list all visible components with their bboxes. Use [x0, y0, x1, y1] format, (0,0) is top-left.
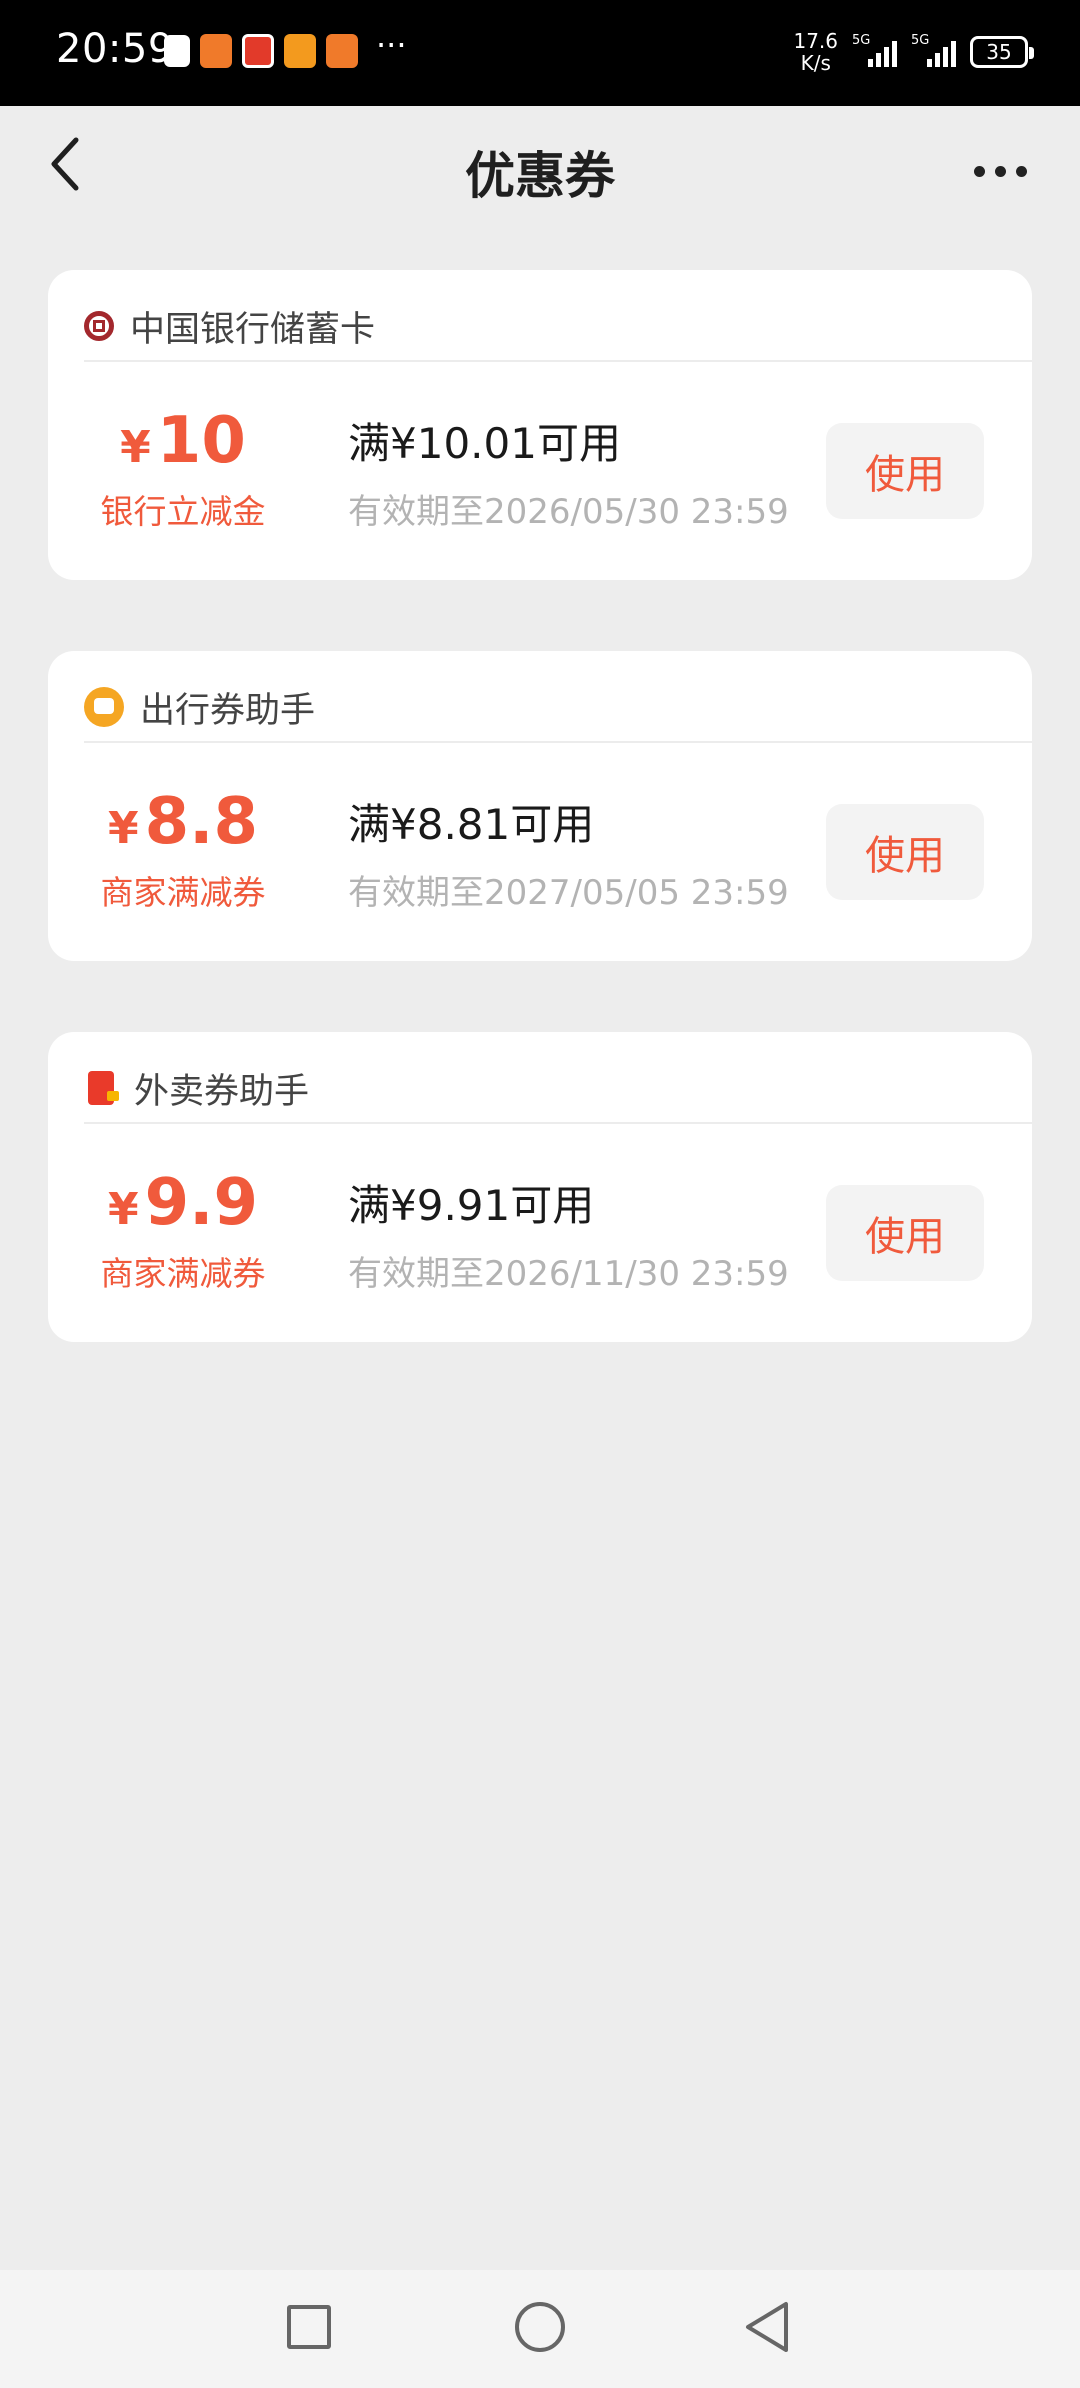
dot-icon: [973, 165, 985, 177]
recent-apps-button[interactable]: [287, 2305, 331, 2349]
food-delivery-icon: [88, 1071, 119, 1105]
coupon-type: 银行立减金: [100, 492, 266, 531]
divider: [84, 360, 1032, 362]
coupon-amount: ¥9.9 商家满减券: [68, 1168, 298, 1295]
app-notification-icon: [326, 34, 358, 68]
system-back-button[interactable]: [742, 2300, 792, 2354]
triangle-back-icon: [746, 2302, 788, 2352]
coupon-type: 商家满减券: [100, 873, 266, 912]
coupon-shop[interactable]: 中国银行储蓄卡: [84, 296, 375, 356]
qq-notification-icon: [164, 35, 190, 67]
app-notification-icon: [200, 34, 232, 68]
more-notifications-icon: ···: [376, 26, 407, 64]
divider: [84, 741, 1032, 743]
page-header: 优惠券: [0, 106, 1080, 236]
dot-icon: [1015, 165, 1027, 177]
coupon-amount: ¥10 银行立减金: [68, 406, 298, 533]
coupon-condition: 满¥9.91可用: [348, 1181, 595, 1230]
battery-icon: 35: [970, 36, 1034, 68]
status-bar: 20:59 ··· 17.6 K/s 5G 5G 35: [0, 0, 1080, 106]
home-button[interactable]: [515, 2302, 565, 2352]
shop-name: 中国银行储蓄卡: [130, 309, 376, 350]
coupon-expiry: 有效期至2027/05/05 23:59: [348, 873, 789, 913]
more-options-button[interactable]: [960, 146, 1040, 196]
coupon-expiry: 有效期至2026/11/30 23:59: [348, 1254, 789, 1294]
coupon-condition: 满¥8.81可用: [348, 800, 595, 849]
coupon-card: 出行券助手 ¥8.8 商家满减券 满¥8.81可用 有效期至2027/05/05…: [48, 651, 1032, 961]
travel-assistant-icon: [84, 687, 124, 727]
signal-icon: 5G: [852, 33, 897, 67]
coupon-shop[interactable]: 出行券助手: [84, 677, 315, 737]
coupon-amount: ¥8.8 商家满减券: [68, 787, 298, 914]
use-coupon-button[interactable]: 使用: [826, 423, 984, 519]
network-speed: 17.6 K/s: [793, 29, 838, 75]
notification-icons: ···: [164, 26, 407, 68]
coupon-card: 外卖券助手 ¥9.9 商家满减券 满¥9.91可用 有效期至2026/11/30…: [48, 1032, 1032, 1342]
coupon-condition: 满¥10.01可用: [348, 419, 621, 468]
app-notification-icon: [284, 34, 316, 68]
signal-icon: 5G: [911, 33, 956, 67]
divider: [84, 1122, 1032, 1124]
use-coupon-button[interactable]: 使用: [826, 804, 984, 900]
coupon-type: 商家满减券: [100, 1254, 266, 1293]
coupon-shop[interactable]: 外卖券助手: [84, 1058, 309, 1118]
boc-logo-icon: [84, 311, 114, 341]
coupon-card: 中国银行储蓄卡 ¥10 银行立减金 满¥10.01可用 有效期至2026/05/…: [48, 270, 1032, 580]
news-notification-icon: [242, 34, 274, 68]
use-coupon-button[interactable]: 使用: [826, 1185, 984, 1281]
page-title: 优惠券: [465, 147, 615, 205]
shop-name: 外卖券助手: [134, 1071, 310, 1112]
system-nav-bar: [0, 2270, 1080, 2388]
dot-icon: [994, 165, 1006, 177]
status-time: 20:59: [56, 26, 174, 72]
shop-name: 出行券助手: [140, 690, 316, 731]
status-right: 17.6 K/s 5G 5G 35: [793, 29, 1034, 75]
coupon-expiry: 有效期至2026/05/30 23:59: [348, 492, 789, 532]
